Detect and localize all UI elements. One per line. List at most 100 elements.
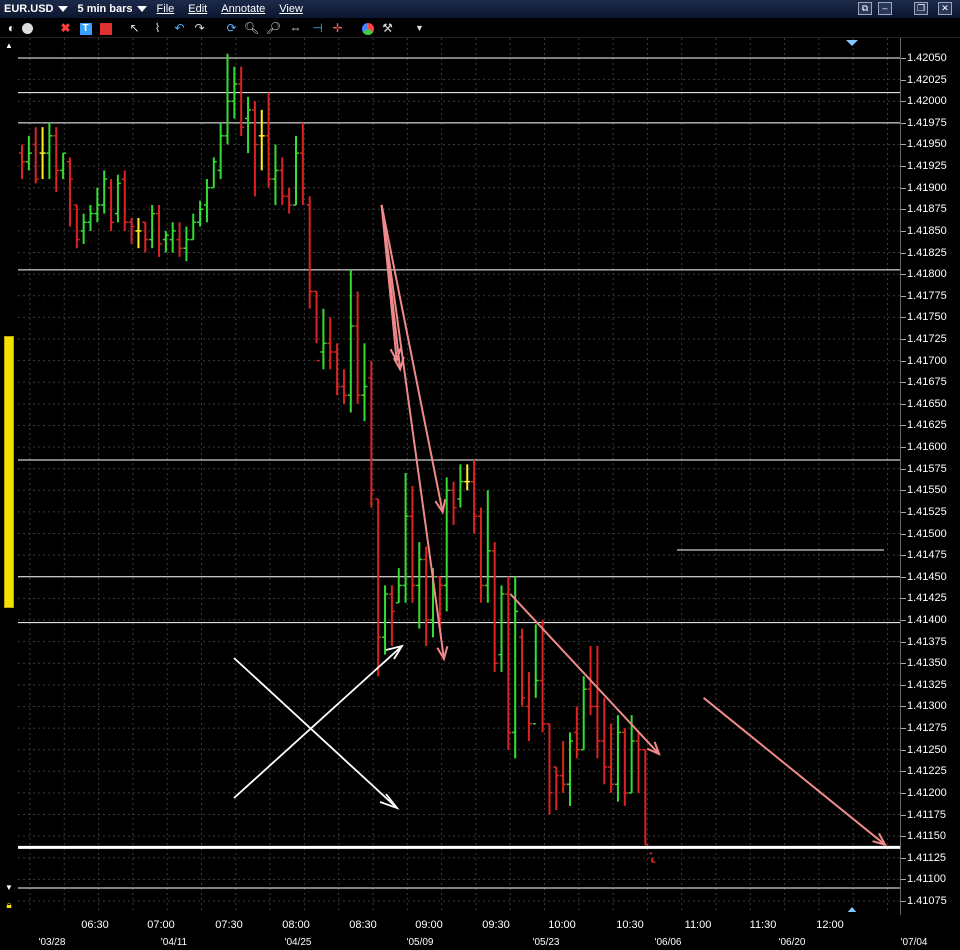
bar-icon[interactable]: [98, 21, 113, 36]
price-axis[interactable]: 1.42050 1.42025 1.42000 1.41975 1.41950 1.419…: [900, 38, 960, 915]
ohlc-bar: [457, 464, 464, 508]
pointer-icon[interactable]: ↖: [127, 21, 142, 36]
ohlc-bar: [443, 477, 450, 612]
circle-icon[interactable]: [20, 21, 35, 36]
y-tick-label: 1.41975: [907, 116, 947, 129]
ohlc-bar: [635, 732, 642, 793]
y-tick: [901, 728, 906, 730]
y-tick: [901, 187, 906, 189]
ohlc-bar: [306, 196, 313, 309]
ohlc-bar: [361, 343, 368, 422]
y-tick-label: 1.41225: [907, 765, 947, 778]
x-tick-label: 08:00: [282, 919, 310, 931]
annotation-arrow: [509, 593, 660, 755]
text-icon[interactable]: T: [78, 21, 93, 36]
line-tool-icon[interactable]: ⌇: [150, 21, 165, 36]
symbol-selector[interactable]: EUR.USD: [4, 3, 68, 15]
scroll-marker-top[interactable]: [846, 40, 858, 46]
ohlc-bar: [190, 213, 197, 241]
date-tick-label: '06/06: [654, 937, 682, 948]
cross-icon[interactable]: ✖: [58, 21, 73, 36]
close-icon[interactable]: ✕: [938, 2, 952, 15]
ohlc-bar: [340, 369, 347, 404]
ohlc-bar: [108, 179, 115, 231]
y-tick-label: 1.41200: [907, 786, 947, 799]
y-tick-label: 1.41100: [907, 873, 946, 886]
dropdown-icon[interactable]: ▼: [412, 21, 427, 36]
y-tick-label: 1.41725: [907, 333, 947, 345]
zoom-in-icon[interactable]: 🔍︎: [244, 21, 259, 36]
ohlc-bar: [19, 144, 25, 180]
ohlc-bar: [375, 498, 382, 677]
time-axis[interactable]: 06:30 07:00 07:30 08:00 08:30 09:00 09:30 10:00…: [0, 912, 900, 950]
ohlc-bar: [149, 204, 156, 249]
ohlc-bar: [354, 291, 361, 404]
scroll-left-icon[interactable]: ⊣: [310, 21, 325, 36]
ohlc-bar: [101, 170, 108, 214]
undo-icon[interactable]: ↶: [172, 21, 187, 36]
y-tick: [901, 403, 906, 405]
menu-view[interactable]: View: [279, 3, 303, 15]
ohlc-bar: [245, 96, 252, 154]
menu-annotate[interactable]: Annotate: [221, 3, 265, 15]
tools-icon[interactable]: ⚒: [380, 21, 395, 36]
y-tick-label: 1.41325: [907, 678, 947, 691]
annotation-arrow: [380, 204, 444, 513]
x-tick-label: 09:00: [415, 919, 443, 931]
y-tick: [901, 230, 906, 232]
ohlc-bar: [560, 741, 567, 793]
y-tick-label: 1.41825: [907, 246, 947, 259]
y-tick-label: 1.41375: [907, 635, 947, 648]
crosshair-tool-icon[interactable]: ✛: [330, 21, 345, 36]
y-tick: [901, 144, 906, 146]
y-tick: [901, 706, 906, 708]
menu-edit[interactable]: Edit: [188, 3, 207, 15]
ohlc-bar: [320, 308, 327, 370]
y-tick-label: 1.41600: [907, 441, 947, 454]
refresh-icon[interactable]: ⟳: [224, 21, 239, 36]
ohlc-bar: [162, 230, 169, 253]
x-tick-label: 11:00: [684, 919, 712, 931]
ohlc-bar: [176, 222, 183, 257]
y-tick: [901, 58, 906, 59]
ohlc-bar: [73, 204, 80, 249]
studies-icon[interactable]: [360, 21, 375, 36]
minimize-icon[interactable]: –: [878, 2, 892, 15]
y-tick-label: 1.41400: [907, 614, 947, 626]
ohlc-bar: [539, 620, 546, 733]
x-tick-label: 11:30: [749, 919, 777, 931]
y-tick-label: 1.42000: [907, 95, 947, 108]
x-tick-label: 07:00: [147, 919, 175, 931]
y-tick: [901, 663, 906, 665]
bar-size-label: 5 min bars: [77, 3, 133, 15]
ohlc-bar: [286, 187, 293, 214]
y-tick-label: 1.41300: [907, 700, 947, 713]
restore-icon[interactable]: ❐: [914, 2, 928, 15]
price-chart[interactable]: [0, 38, 900, 915]
menu-file[interactable]: File: [157, 3, 175, 15]
date-tick-label: '05/23: [532, 937, 560, 948]
drawn-shapes[interactable]: [233, 549, 884, 810]
redo-icon[interactable]: ↷: [192, 21, 207, 36]
ohlc-bar: [46, 122, 53, 180]
chart-toolbar: ◐ ✖ T ↖ ⌇ ↶ ↷ ⟳ 🔍︎ 🔎︎ ⇔ ⊣ ✛ ⚒ ▼: [0, 18, 960, 38]
annotation-arrows[interactable]: [380, 204, 888, 847]
zoom-out-icon[interactable]: 🔎︎: [266, 21, 281, 36]
ohlc-bar: [409, 485, 416, 603]
ohlc-bar: [525, 671, 532, 742]
x-tick-label: 08:30: [349, 919, 377, 931]
bar-size-selector[interactable]: 5 min bars: [78, 3, 147, 15]
detach-icon[interactable]: ⧉: [858, 2, 872, 15]
chevron-down-icon: [136, 6, 147, 12]
y-tick: [901, 468, 906, 470]
ohlc-bar: [114, 174, 121, 223]
crosshair-icon[interactable]: ◐: [4, 21, 19, 36]
fit-icon[interactable]: ⇔: [288, 21, 303, 36]
y-tick-label: 1.41500: [907, 527, 947, 540]
ohlc-bar: [53, 127, 60, 193]
title-bar: EUR.USD 5 min bars File Edit Annotate Vi…: [0, 0, 960, 18]
x-tick-label: 07:30: [215, 919, 243, 931]
y-tick-label: 1.41950: [907, 138, 947, 151]
y-tick: [901, 555, 906, 557]
ohlc-bar: [156, 204, 162, 257]
